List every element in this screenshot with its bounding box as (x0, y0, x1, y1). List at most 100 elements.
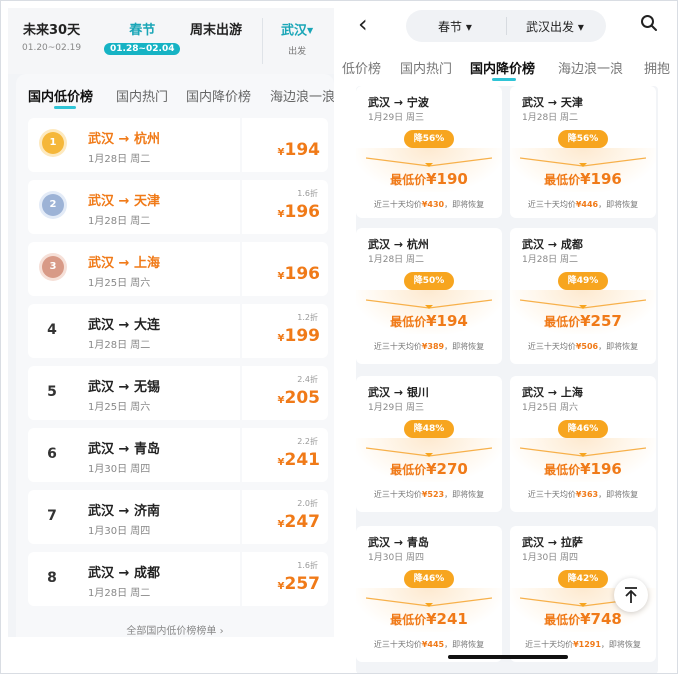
avg-prefix: 近三十天均价 (373, 640, 422, 649)
route-info: 3 武汉 → 上海 1月25日 周六 (28, 242, 240, 296)
lowest-price: 最低价¥257 (510, 312, 656, 330)
list-item[interactable]: 7 武汉 → 济南 1月30日 周四 2.0折 ¥247 (28, 490, 328, 544)
price-box: 1.2折 ¥199 (242, 304, 328, 358)
discount-label: 2.0折 (297, 499, 318, 508)
route-date: 1月30日 周四 (522, 553, 579, 563)
lowest-price: 最低价¥194 (356, 312, 502, 330)
rank-number: 4 (47, 322, 57, 338)
tab-domestic-hot[interactable]: 国内热门 (400, 58, 452, 77)
top-bar: ‹ 春节 ▾ 武汉出发 ▾ (342, 0, 678, 52)
price-value: 205 (284, 388, 321, 408)
tab-seaside[interactable]: 海边浪一浪 (270, 86, 334, 105)
deal-card[interactable]: 武汉 → 青岛 1月30日 周四 降46% 最低价¥241 近三十天均价¥445… (356, 526, 502, 662)
average-price-note: 近三十天均价¥446，即将恢复 (510, 199, 656, 210)
route-date: 1月28日 周二 (88, 216, 151, 227)
left-screen: 未来30天 01.20~02.19 春节 01.28~02.04 周末出游 武汉… (8, 8, 334, 637)
departure-city-name: 武汉 (281, 23, 308, 39)
price: ¥241 (277, 450, 320, 470)
rank-number: 6 (47, 446, 57, 462)
tab-domestic-hot[interactable]: 国内热门 (116, 86, 168, 105)
departure-city-filter[interactable]: 武汉出发 ▾ (526, 18, 584, 35)
drop-badge: 降49% (558, 272, 608, 290)
list-item[interactable]: 3 武汉 → 上海 1月25日 周六 ¥196 (28, 242, 328, 296)
home-indicator[interactable] (448, 655, 568, 659)
all-rankings-link[interactable]: 全部国内低价榜榜单 › (16, 622, 334, 637)
price: ¥194 (277, 140, 320, 160)
deal-card[interactable]: 武汉 → 天津 1月28日 周二 降56% 最低价¥196 近三十天均价¥446… (510, 86, 656, 218)
deal-card[interactable]: 武汉 → 成都 1月28日 周二 降49% 最低价¥257 近三十天均价¥506… (510, 228, 656, 364)
route-info: 5 武汉 → 无锡 1月25日 周六 (28, 366, 240, 420)
drop-badge: 降46% (558, 420, 608, 438)
tab-low-price[interactable]: 低价榜 (342, 58, 381, 77)
list-item[interactable]: 6 武汉 → 青岛 1月30日 周四 2.2折 ¥241 (28, 428, 328, 482)
lowest-price: 最低价¥196 (510, 170, 656, 188)
deal-card[interactable]: 武汉 → 宁波 1月29日 周三 降56% 最低价¥190 近三十天均价¥430… (356, 86, 502, 218)
deal-card[interactable]: 武汉 → 杭州 1月28日 周二 降50% 最低价¥194 近三十天均价¥389… (356, 228, 502, 364)
lowest-price-label: 最低价 (544, 315, 581, 329)
tab-domestic-low-price[interactable]: 国内低价榜 (28, 86, 93, 109)
right-screen: ‹ 春节 ▾ 武汉出发 ▾ 低价榜 国内热门 国内降价榜 海边浪一浪 拥抱 武汉… (342, 0, 678, 674)
price-box: ¥196 (242, 242, 328, 296)
drop-badge: 降42% (558, 570, 608, 588)
route-date: 1月29日 周三 (368, 113, 425, 123)
tab-embrace[interactable]: 拥抱 (644, 58, 670, 77)
gold-medal-icon: 1 (42, 132, 64, 154)
back-to-top-button[interactable] (614, 578, 648, 612)
lowest-price-value: ¥194 (426, 312, 468, 330)
date-option-weekend[interactable]: 周末出游 (190, 22, 242, 40)
tab-domestic-price-drop[interactable]: 国内降价榜 (470, 58, 535, 81)
average-price-note: 近三十天均价¥430，即将恢复 (356, 199, 502, 210)
drop-badge: 降46% (404, 570, 454, 588)
avg-price: ¥445 (421, 640, 445, 649)
avg-price: ¥446 (575, 200, 599, 209)
tab-seaside[interactable]: 海边浪一浪 (558, 58, 623, 77)
route-name: 武汉 → 杭州 (368, 238, 429, 251)
search-icon[interactable] (640, 14, 658, 32)
discount-label: 1.6折 (297, 189, 318, 198)
price: ¥205 (277, 388, 321, 408)
list-item[interactable]: 1 武汉 → 杭州 1月28日 周二 ¥194 (28, 118, 328, 172)
divider (506, 17, 507, 35)
route-info: 7 武汉 → 济南 1月30日 周四 (28, 490, 240, 544)
avg-suffix: ，即将恢复 (444, 490, 485, 499)
route-date: 1月28日 周二 (88, 154, 151, 165)
route-info: 8 武汉 → 成都 1月28日 周二 (28, 552, 240, 606)
route-name: 武汉 → 成都 (88, 566, 160, 581)
lowest-price: 最低价¥748 (510, 610, 656, 628)
drop-badge: 降56% (558, 130, 608, 148)
list-item[interactable]: 2 武汉 → 天津 1月28日 周二 1.6折 ¥196 (28, 180, 328, 234)
drop-badge: 降48% (404, 420, 454, 438)
list-item[interactable]: 8 武汉 → 成都 1月28日 周二 1.6折 ¥257 (28, 552, 328, 606)
deal-grid: 武汉 → 宁波 1月29日 周三 降56% 最低价¥190 近三十天均价¥430… (356, 86, 658, 674)
avg-price: ¥1291 (573, 640, 601, 649)
date-option-title: 春节 (129, 23, 156, 38)
lowest-price-value: ¥196 (580, 460, 622, 478)
deal-card[interactable]: 武汉 → 上海 1月25日 周六 降46% 最低价¥196 近三十天均价¥363… (510, 376, 656, 512)
avg-suffix: ，即将恢复 (444, 640, 485, 649)
date-option-title: 未来30天 (22, 23, 81, 38)
date-option-30days[interactable]: 未来30天 01.20~02.19 (22, 22, 81, 53)
arrow-up-icon (625, 587, 637, 603)
price: ¥196 (277, 202, 320, 222)
tab-domestic-price-drop[interactable]: 国内降价榜 (186, 86, 251, 105)
departure-city-selector[interactable]: 武汉▼ 出发 (262, 18, 313, 64)
price-value: 196 (284, 264, 321, 284)
avg-suffix: ，即将恢复 (598, 342, 639, 351)
price: ¥199 (277, 326, 320, 346)
price-value: 257 (284, 574, 321, 594)
deal-card[interactable]: 武汉 → 银川 1月29日 周三 降48% 最低价¥270 近三十天均价¥523… (356, 376, 502, 512)
list-item[interactable]: 5 武汉 → 无锡 1月25日 周六 2.4折 ¥205 (28, 366, 328, 420)
price-curve-icon (366, 597, 492, 607)
rank-number: 5 (47, 384, 57, 400)
discount-label: 2.2折 (297, 437, 318, 446)
lowest-price-label: 最低价 (390, 613, 427, 627)
route-date: 1月25日 周六 (88, 278, 151, 289)
holiday-filter[interactable]: 春节 ▾ (438, 18, 472, 35)
avg-prefix: 近三十天均价 (373, 342, 422, 351)
price-value: 247 (284, 512, 321, 532)
back-arrow-icon[interactable]: ‹ (358, 12, 368, 36)
list-item[interactable]: 4 武汉 → 大连 1月28日 周二 1.2折 ¥199 (28, 304, 328, 358)
average-price-note: 近三十天均价¥445，即将恢复 (356, 639, 502, 650)
silver-medal-icon: 2 (42, 194, 64, 216)
date-option-spring-festival[interactable]: 春节 01.28~02.04 (104, 22, 181, 55)
